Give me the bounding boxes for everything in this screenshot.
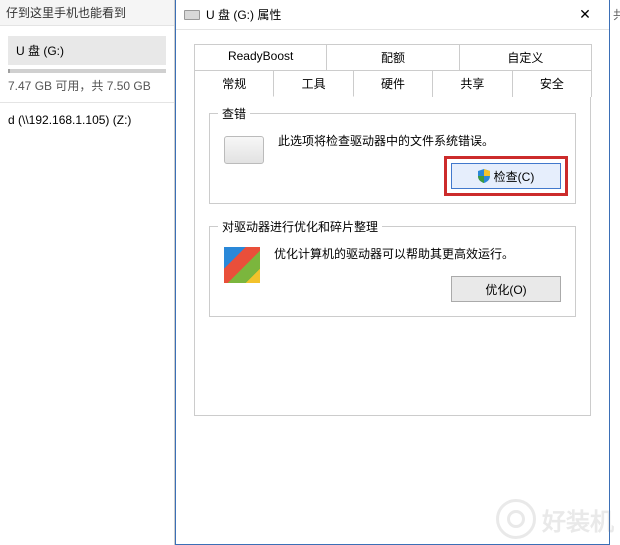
check-button-label: 检查(C): [494, 168, 535, 185]
drive-item[interactable]: d (\\192.168.1.105) (Z:): [0, 103, 174, 137]
tab-tools[interactable]: 工具: [273, 70, 353, 97]
drive-usage-bar: [8, 69, 166, 73]
tab-general[interactable]: 常规: [194, 70, 274, 97]
check-button[interactable]: 检查(C): [451, 163, 561, 189]
drive-icon: [184, 10, 200, 20]
close-button[interactable]: ✕: [565, 1, 605, 29]
tab-hardware[interactable]: 硬件: [353, 70, 433, 97]
group-error-checking: 查错 此选项将检查驱动器中的文件系统错误。 检查(C): [209, 113, 576, 204]
watermark-logo-icon: [496, 499, 536, 539]
tab-customize[interactable]: 自定义: [459, 44, 592, 70]
tab-sharing[interactable]: 共享: [432, 70, 512, 97]
optimize-description: 优化计算机的驱动器可以帮助其更高效运行。: [274, 245, 561, 262]
defrag-icon: [224, 247, 260, 283]
error-check-description: 此选项将检查驱动器中的文件系统错误。: [278, 132, 561, 149]
watermark: 好装机: [496, 499, 614, 539]
partial-text: 共: [613, 6, 620, 23]
tabs-row-bottom: 常规 工具 硬件 共享 安全: [194, 70, 591, 97]
tabs-row-top: ReadyBoost 配额 自定义: [194, 44, 591, 70]
watermark-text: 好装机: [542, 502, 614, 537]
tab-readyboost[interactable]: ReadyBoost: [194, 44, 327, 70]
tab-panel-tools: 查错 此选项将检查驱动器中的文件系统错误。 检查(C): [194, 96, 591, 416]
optimize-button[interactable]: 优化(O): [451, 276, 561, 302]
left-sidebar: 仔到这里手机也能看到 U 盘 (G:) 7.47 GB 可用，共 7.50 GB…: [0, 0, 175, 545]
optimize-button-label: 优化(O): [485, 281, 526, 298]
properties-dialog: U 盘 (G:) 属性 ✕ ReadyBoost 配额 自定义 常规 工具 硬件…: [175, 0, 610, 545]
titlebar: U 盘 (G:) 属性 ✕: [176, 0, 609, 30]
group-title: 查错: [218, 105, 250, 122]
tab-quota[interactable]: 配额: [326, 44, 459, 70]
drive-label: U 盘 (G:): [8, 36, 166, 65]
group-title: 对驱动器进行优化和碎片整理: [218, 218, 382, 235]
tab-security[interactable]: 安全: [512, 70, 592, 97]
disk-icon: [224, 136, 264, 164]
drive-capacity-text: 7.47 GB 可用，共 7.50 GB: [0, 77, 174, 103]
tabs-container: ReadyBoost 配额 自定义 常规 工具 硬件 共享 安全 查错 此选项将…: [176, 30, 609, 416]
panel-header: 仔到这里手机也能看到: [0, 0, 174, 26]
drive-item[interactable]: U 盘 (G:): [8, 36, 166, 73]
dialog-title: U 盘 (G:) 属性: [206, 6, 565, 23]
shield-icon: [478, 169, 490, 183]
group-optimize: 对驱动器进行优化和碎片整理 优化计算机的驱动器可以帮助其更高效运行。 优化(O): [209, 226, 576, 317]
